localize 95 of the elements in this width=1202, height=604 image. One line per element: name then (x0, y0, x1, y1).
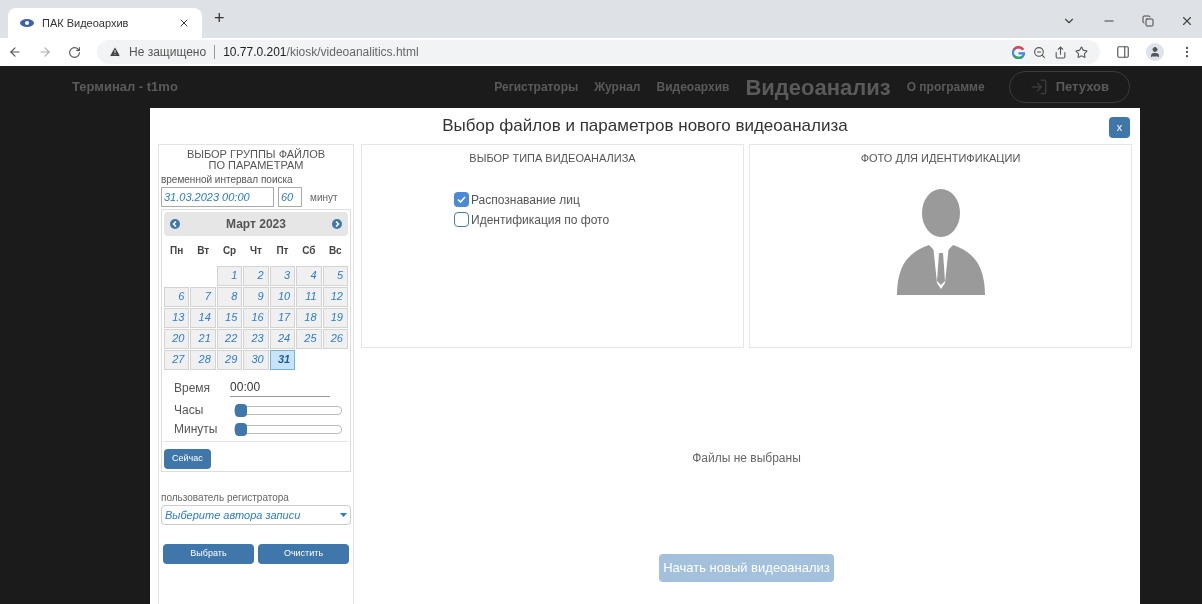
calendar-day[interactable]: 31 (269, 350, 296, 370)
profile-icon[interactable] (1146, 43, 1164, 61)
slider-label: Минуты (174, 421, 219, 438)
close-icon[interactable] (178, 17, 190, 29)
weekday-label: Сб (301, 244, 317, 258)
slider-label: Часы (174, 402, 205, 419)
reload-icon[interactable] (68, 45, 81, 59)
calendar-day[interactable]: 28 (190, 350, 216, 370)
url-text: 10.77.0.201/kiosk/videoanalitics.html (223, 44, 419, 61)
close-button[interactable]: x (1109, 117, 1130, 138)
new-tab-button[interactable]: + (214, 5, 225, 32)
calendar-day[interactable]: 21 (190, 329, 216, 349)
calendar-day[interactable]: 25 (296, 329, 322, 349)
terminal-label: Терминал - t1mo (72, 78, 178, 97)
eye-logo-icon (20, 18, 34, 28)
next-month-icon[interactable] (332, 219, 342, 229)
restore-icon[interactable] (1142, 15, 1154, 27)
calendar-day[interactable]: 26 (322, 329, 348, 349)
checkbox-label: Идентификация по фото (471, 211, 610, 229)
security-label: Не защищено (129, 44, 207, 61)
action-button[interactable]: Очистить (258, 543, 349, 564)
now-button[interactable]: Сейчас (164, 448, 211, 469)
browser-tab[interactable]: ПАК Видеоархив (8, 8, 202, 38)
calendar-day[interactable]: 14 (190, 308, 216, 328)
weekday-label: Вт (196, 244, 211, 258)
checkbox[interactable] (454, 192, 469, 207)
user-label: пользователь регистратора (161, 490, 290, 505)
slider-handle[interactable] (235, 422, 247, 436)
slider-handle[interactable] (235, 403, 247, 417)
month-label: Март 2023 (226, 216, 286, 233)
calendar-day[interactable]: 8 (216, 287, 243, 307)
minutes-unit: минут (310, 190, 338, 205)
share-icon[interactable] (1054, 45, 1067, 59)
nav-link[interactable]: О программе (906, 78, 985, 96)
warning-icon (109, 46, 121, 58)
nav-link[interactable]: Видеоархив (656, 78, 730, 96)
minutes-field[interactable]: 60 (278, 187, 302, 207)
calendar-day[interactable]: 3 (269, 266, 296, 286)
nav-link[interactable]: Регистраторы (494, 78, 579, 96)
slider-track[interactable] (234, 424, 342, 434)
slider-track[interactable] (234, 405, 342, 415)
calendar-day[interactable]: 18 (296, 308, 322, 328)
calendar-day[interactable]: 22 (216, 329, 243, 349)
calendar-day[interactable]: 9 (243, 287, 269, 307)
time-label: Время (174, 379, 211, 397)
calendar-day[interactable]: 11 (296, 287, 322, 307)
calendar-day[interactable]: 10 (269, 287, 296, 307)
dropdown-icon (340, 512, 347, 517)
panel-title: ВЫБОР ТИПА ВИДЕОАНАЛИЗА (469, 151, 636, 166)
checkbox[interactable] (454, 212, 469, 227)
author-select[interactable]: Выберите автора записи (161, 504, 351, 525)
google-icon[interactable] (1012, 45, 1025, 59)
prev-month-icon[interactable] (170, 219, 180, 229)
filter-title: ВЫБОР ГРУППЫ ФАЙЛОВ ПО ПАРАМЕТРАМ (185, 149, 327, 171)
calendar-day[interactable]: 13 (164, 308, 190, 328)
logout-icon (1029, 78, 1048, 96)
checkbox-label: Распознавание лиц (471, 191, 580, 209)
side-panel-icon[interactable] (1116, 45, 1130, 59)
address-bar[interactable]: Не защищено 10.77.0.201/kiosk/videoanalitics.html (97, 40, 1100, 64)
weekday-label: Вс (327, 244, 343, 258)
calendar-day[interactable]: 17 (269, 308, 296, 328)
time-value: 00:00 (230, 378, 331, 397)
weekday-label: Пт (275, 244, 290, 258)
weekday-label: Ср (221, 244, 238, 258)
check-icon (457, 196, 466, 203)
calendar-day[interactable]: 30 (243, 350, 269, 370)
datetime-field[interactable]: 31.03.2023 00:00 (161, 187, 274, 207)
calendar-day[interactable]: 4 (296, 266, 322, 286)
star-icon[interactable] (1075, 45, 1088, 59)
nav-link[interactable]: Журнал (594, 78, 641, 96)
calendar-day[interactable]: 7 (190, 287, 216, 307)
calendar-day[interactable]: 12 (322, 287, 348, 307)
action-button[interactable]: Выбрать (163, 543, 254, 564)
calendar-day[interactable]: 6 (164, 287, 190, 307)
calendar-day[interactable]: 16 (243, 308, 269, 328)
calendar-day[interactable]: 15 (216, 308, 243, 328)
back-icon[interactable] (8, 45, 22, 59)
interval-label: временной интервал поиска (161, 173, 294, 187)
weekday-label: Пн (169, 244, 185, 258)
calendar-day[interactable]: 27 (164, 350, 190, 370)
files-status: Файлы не выбраны (692, 450, 801, 467)
calendar-day[interactable]: 19 (322, 308, 348, 328)
nav-link[interactable]: Видеоанализ (745, 70, 891, 104)
calendar-day[interactable]: 23 (243, 329, 269, 349)
close-icon[interactable] (1180, 14, 1194, 28)
calendar-day[interactable]: 2 (243, 266, 269, 286)
calendar-day[interactable]: 24 (269, 329, 296, 349)
calendar-day[interactable]: 5 (322, 266, 348, 286)
panel-title: ФОТО ДЛЯ ИДЕНТИФИКАЦИИ (860, 151, 1021, 166)
calendar-day[interactable]: 1 (216, 266, 243, 286)
weekday-label: Чт (249, 244, 263, 258)
zoom-icon[interactable] (1033, 45, 1046, 59)
calendar-day[interactable]: 29 (216, 350, 243, 370)
calendar-day[interactable]: 20 (164, 329, 190, 349)
modal-title: Выбор файлов и параметров нового видеоанализа (442, 115, 848, 138)
